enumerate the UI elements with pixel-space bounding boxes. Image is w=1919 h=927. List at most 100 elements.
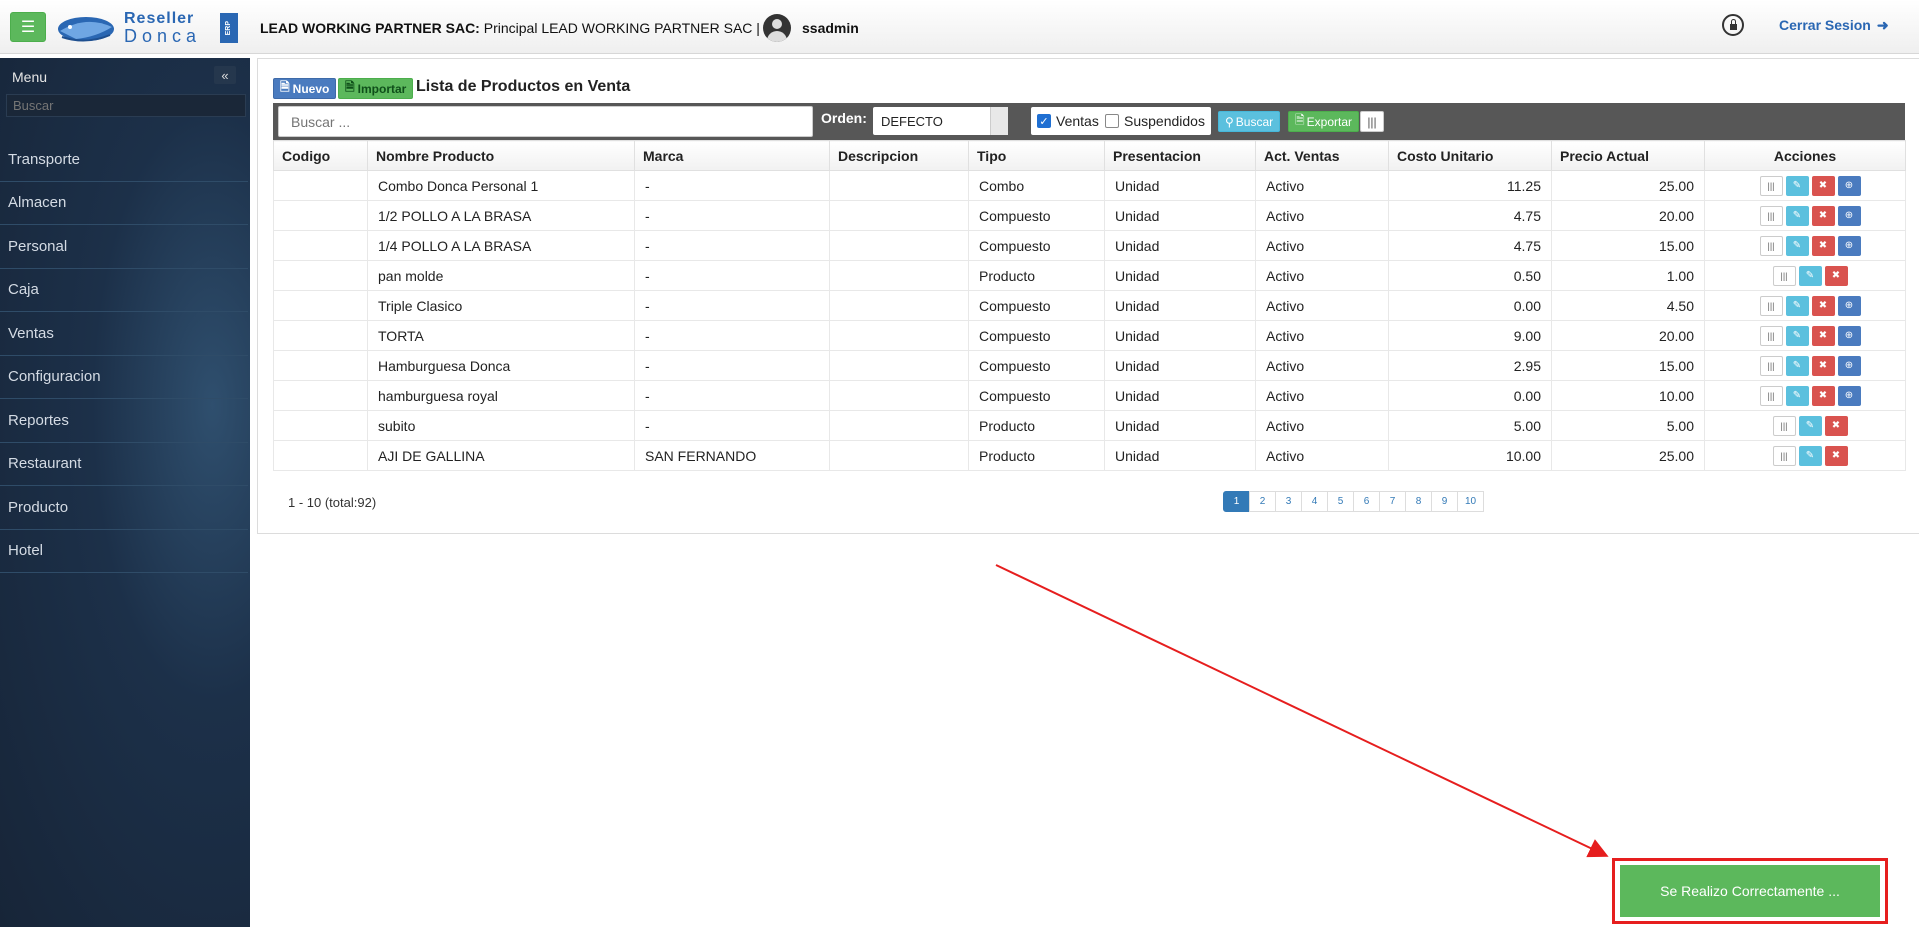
edit-button[interactable]: ✎ bbox=[1785, 205, 1809, 226]
cell-costo: 10.00 bbox=[1388, 440, 1552, 471]
add-component-button[interactable]: ⊕ bbox=[1837, 295, 1861, 316]
add-component-button[interactable]: ⊕ bbox=[1837, 175, 1861, 196]
cell-costo: 0.00 bbox=[1388, 380, 1552, 411]
cell-actions: ||| ✎ ✖ ⊕ bbox=[1704, 380, 1906, 411]
column-header[interactable]: Costo Unitario bbox=[1388, 140, 1552, 171]
delete-button[interactable]: ✖ bbox=[1811, 235, 1835, 256]
add-component-button[interactable]: ⊕ bbox=[1837, 325, 1861, 346]
page-link-3[interactable]: 3 bbox=[1275, 491, 1302, 512]
sidebar-item-reportes[interactable]: Reportes bbox=[0, 399, 248, 443]
edit-button[interactable]: ✎ bbox=[1798, 445, 1822, 466]
barcode-button[interactable]: ||| bbox=[1759, 355, 1783, 376]
sidebar-item-configuracion[interactable]: Configuracion bbox=[0, 356, 248, 399]
success-toast[interactable]: Se Realizo Correctamente ... bbox=[1620, 865, 1880, 917]
delete-button[interactable]: ✖ bbox=[1824, 415, 1848, 436]
page-link-1[interactable]: 1 bbox=[1223, 491, 1250, 512]
cell-estado: Activo bbox=[1255, 260, 1389, 291]
row-actions: ||| ✎ ✖ bbox=[1715, 445, 1905, 466]
edit-button[interactable]: ✎ bbox=[1798, 415, 1822, 436]
cell-codigo bbox=[273, 200, 368, 231]
delete-button[interactable]: ✖ bbox=[1811, 205, 1835, 226]
page-link-6[interactable]: 6 bbox=[1353, 491, 1380, 512]
user-avatar[interactable] bbox=[763, 14, 791, 42]
cell-costo: 0.00 bbox=[1388, 290, 1552, 321]
column-header[interactable]: Act. Ventas bbox=[1255, 140, 1389, 171]
sidebar-item-producto[interactable]: Producto bbox=[0, 486, 248, 530]
column-header[interactable]: Marca bbox=[634, 140, 830, 171]
order-select[interactable]: DEFECTO bbox=[873, 107, 1008, 135]
barcode-button[interactable]: ||| bbox=[1759, 175, 1783, 196]
edit-button[interactable]: ✎ bbox=[1785, 175, 1809, 196]
row-actions: ||| ✎ ✖ ⊕ bbox=[1715, 355, 1905, 376]
new-product-button[interactable]: 🗎 Nuevo bbox=[273, 78, 337, 99]
page-link-8[interactable]: 8 bbox=[1405, 491, 1432, 512]
barcode-button[interactable]: ||| bbox=[1772, 445, 1796, 466]
barcode-button[interactable]: ||| bbox=[1772, 265, 1796, 286]
barcode-button[interactable]: ||| bbox=[1759, 295, 1783, 316]
delete-button[interactable]: ✖ bbox=[1811, 175, 1835, 196]
cell-tipo: Producto bbox=[968, 260, 1105, 291]
edit-button[interactable]: ✎ bbox=[1785, 235, 1809, 256]
table-row: Hamburguesa Donca - Compuesto Unidad Activo 2… bbox=[273, 350, 1906, 381]
barcode-button[interactable]: ||| bbox=[1759, 235, 1783, 256]
page-link-5[interactable]: 5 bbox=[1327, 491, 1354, 512]
edit-button[interactable]: ✎ bbox=[1785, 385, 1809, 406]
sidebar-item-hotel[interactable]: Hotel bbox=[0, 530, 248, 573]
edit-icon: ✎ bbox=[1792, 330, 1802, 341]
page-link-4[interactable]: 4 bbox=[1301, 491, 1328, 512]
barcode-button[interactable]: ||| bbox=[1759, 385, 1783, 406]
sidebar-item-transporte[interactable]: Transporte bbox=[0, 138, 248, 182]
cell-nombre: 1/2 POLLO A LA BRASA bbox=[367, 200, 635, 231]
add-component-button[interactable]: ⊕ bbox=[1837, 385, 1861, 406]
export-button[interactable]: 🗎 Exportar bbox=[1288, 111, 1360, 132]
delete-button[interactable]: ✖ bbox=[1811, 355, 1835, 376]
sidebar-collapse-button[interactable]: « bbox=[214, 66, 236, 84]
cell-codigo bbox=[273, 170, 368, 201]
lock-icon[interactable] bbox=[1722, 14, 1744, 36]
sidebar-item-personal[interactable]: Personal bbox=[0, 225, 248, 269]
column-header[interactable]: Nombre Producto bbox=[367, 140, 635, 171]
cell-precio: 20.00 bbox=[1551, 320, 1705, 351]
sidebar-item-ventas[interactable]: Ventas bbox=[0, 312, 248, 356]
ventas-checkbox[interactable]: ✓ Ventas bbox=[1031, 107, 1105, 135]
column-header[interactable]: Precio Actual bbox=[1551, 140, 1705, 171]
sidebar-search-input[interactable] bbox=[6, 94, 246, 117]
delete-button[interactable]: ✖ bbox=[1811, 325, 1835, 346]
sidebar-item-caja[interactable]: Caja bbox=[0, 269, 248, 312]
page-link-2[interactable]: 2 bbox=[1249, 491, 1276, 512]
edit-button[interactable]: ✎ bbox=[1785, 325, 1809, 346]
hamburger-menu-button[interactable]: ☰ bbox=[10, 12, 46, 42]
search-button[interactable]: ⚲ Buscar bbox=[1218, 111, 1281, 132]
add-component-button[interactable]: ⊕ bbox=[1837, 355, 1861, 376]
edit-button[interactable]: ✎ bbox=[1798, 265, 1822, 286]
sidebar-item-almacen[interactable]: Almacen bbox=[0, 182, 248, 225]
column-header[interactable]: Tipo bbox=[968, 140, 1105, 171]
edit-button[interactable]: ✎ bbox=[1785, 295, 1809, 316]
barcode-button[interactable]: ||| bbox=[1772, 415, 1796, 436]
column-header[interactable]: Presentacion bbox=[1104, 140, 1256, 171]
column-header[interactable]: Codigo bbox=[273, 140, 368, 171]
import-button[interactable]: 🗎 Importar bbox=[338, 78, 414, 99]
delete-button[interactable]: ✖ bbox=[1811, 385, 1835, 406]
add-component-button[interactable]: ⊕ bbox=[1837, 235, 1861, 256]
cell-actions: ||| ✎ ✖ ⊕ bbox=[1704, 200, 1906, 231]
logout-button[interactable]: Cerrar Sesion ➜ bbox=[1779, 17, 1889, 34]
add-component-button[interactable]: ⊕ bbox=[1837, 205, 1861, 226]
page-link-10[interactable]: 10 bbox=[1457, 491, 1484, 512]
column-header[interactable]: Descripcion bbox=[829, 140, 969, 171]
barcode-button[interactable]: ||| bbox=[1759, 205, 1783, 226]
app-logo[interactable]: Reseller Donca ERP bbox=[56, 9, 240, 46]
barcode-button[interactable]: ||| bbox=[1759, 325, 1783, 346]
page-link-9[interactable]: 9 bbox=[1431, 491, 1458, 512]
edit-button[interactable]: ✎ bbox=[1785, 355, 1809, 376]
delete-button[interactable]: ✖ bbox=[1824, 445, 1848, 466]
delete-button[interactable]: ✖ bbox=[1824, 265, 1848, 286]
page-link-7[interactable]: 7 bbox=[1379, 491, 1406, 512]
delete-button[interactable]: ✖ bbox=[1811, 295, 1835, 316]
product-search-input[interactable] bbox=[278, 106, 813, 137]
cell-estado: Activo bbox=[1255, 320, 1389, 351]
suspendidos-checkbox[interactable]: Suspendidos bbox=[1099, 107, 1211, 135]
sidebar-item-restaurant[interactable]: Restaurant bbox=[0, 443, 248, 486]
barcode-button[interactable]: ||| bbox=[1360, 111, 1384, 132]
edit-icon: ✎ bbox=[1805, 450, 1815, 461]
